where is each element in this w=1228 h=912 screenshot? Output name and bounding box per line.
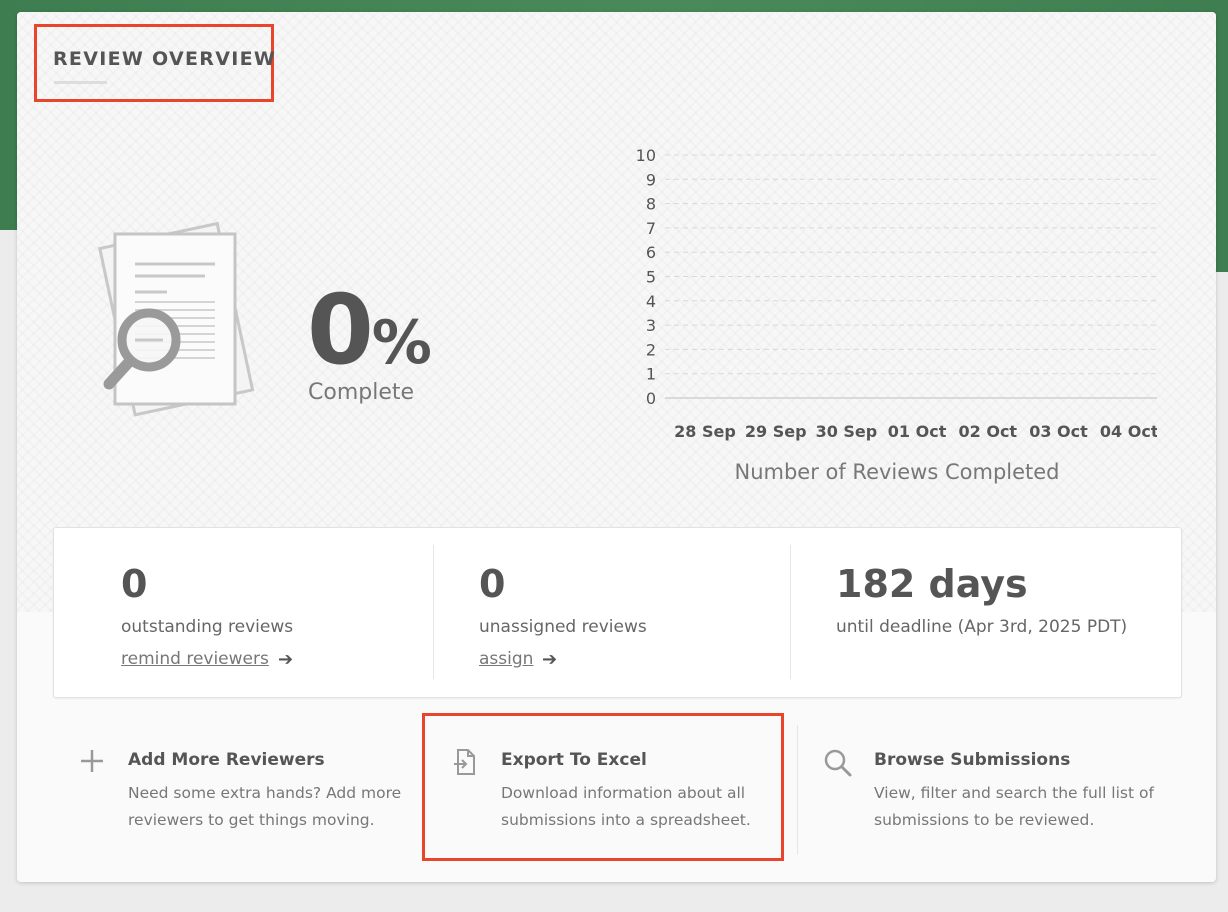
remind-arrow-icon[interactable]: ➔ — [278, 649, 293, 670]
outstanding-count: 0 — [121, 562, 148, 606]
y-tick-label: 1 — [646, 365, 656, 384]
search-icon — [823, 748, 853, 782]
x-tick-label: 01 Oct — [888, 422, 947, 441]
completion-percent-value: 0 — [307, 274, 374, 386]
export-excel-description: Download information about all submissio… — [501, 780, 751, 834]
unassigned-label: unassigned reviews — [479, 617, 647, 637]
plus-icon — [79, 748, 105, 778]
add-reviewers-line-2: reviewers to get things moving. — [128, 811, 375, 829]
browse-submissions-line-2: submissions to be reviewed. — [874, 811, 1095, 829]
completion-percentage: 0% — [307, 274, 432, 386]
y-tick-label: 5 — [646, 268, 656, 287]
unassigned-count: 0 — [479, 562, 506, 606]
add-reviewers-title[interactable]: Add More Reviewers — [128, 750, 325, 770]
export-excel-action[interactable]: Export To Excel Download information abo… — [452, 712, 772, 862]
remind-reviewers-link[interactable]: remind reviewers — [121, 649, 269, 669]
actions-divider — [797, 725, 798, 855]
completion-percent-sign: % — [371, 308, 432, 378]
y-tick-label: 2 — [646, 340, 656, 359]
stats-panel: 0 outstanding reviews remind reviewers ➔… — [53, 527, 1182, 698]
x-tick-label: 02 Oct — [959, 422, 1018, 441]
deadline-days: 182 days — [836, 562, 1028, 606]
x-tick-label: 03 Oct — [1029, 422, 1088, 441]
browse-submissions-action[interactable]: Browse Submissions View, filter and sear… — [823, 712, 1193, 862]
add-reviewers-action[interactable]: Add More Reviewers Need some extra hands… — [79, 712, 409, 862]
page-title: REVIEW OVERVIEW — [53, 48, 277, 70]
add-reviewers-description: Need some extra hands? Add more reviewer… — [128, 780, 401, 834]
reviews-completed-chart: 0 1 2 3 4 5 6 7 8 9 10 28 Sep 29 Sep 30 Sep 01 Oct 02 O… — [636, 146, 1157, 441]
y-tick-label: 3 — [646, 316, 656, 335]
assign-link[interactable]: assign — [479, 649, 533, 669]
y-tick-label: 8 — [646, 195, 656, 214]
export-file-icon — [452, 748, 478, 780]
x-tick-label: 29 Sep — [745, 422, 807, 441]
assign-arrow-icon[interactable]: ➔ — [542, 649, 557, 670]
y-tick-label: 0 — [646, 389, 656, 408]
document-review-icon — [87, 212, 277, 426]
stats-divider — [790, 545, 791, 679]
y-tick-label: 4 — [646, 292, 656, 311]
y-tick-label: 10 — [636, 146, 656, 165]
x-tick-label: 30 Sep — [816, 422, 878, 441]
add-reviewers-line-1: Need some extra hands? Add more — [128, 784, 402, 802]
export-excel-line-1: Download information about all — [501, 784, 746, 802]
chart-caption: Number of Reviews Completed — [734, 460, 1060, 484]
title-underline — [54, 81, 107, 84]
y-tick-label: 9 — [646, 170, 656, 189]
review-overview-card: REVIEW OVERVIEW 0% Complete 0 1 2 3 4 5 6 7 8 9… — [17, 12, 1216, 882]
browse-submissions-title[interactable]: Browse Submissions — [874, 750, 1070, 770]
completion-label: Complete — [308, 380, 415, 405]
x-tick-label: 04 Oct — [1100, 422, 1157, 441]
export-excel-line-2: submissions into a spreadsheet. — [501, 811, 751, 829]
browse-submissions-description: View, filter and search the full list of… — [874, 780, 1154, 834]
browse-submissions-line-1: View, filter and search the full list of — [874, 784, 1154, 802]
y-tick-label: 6 — [646, 243, 656, 262]
outstanding-label: outstanding reviews — [121, 617, 294, 637]
x-tick-label: 28 Sep — [674, 422, 736, 441]
stats-divider — [433, 545, 434, 679]
export-excel-title[interactable]: Export To Excel — [501, 750, 647, 770]
y-tick-label: 7 — [646, 219, 656, 238]
deadline-label: until deadline (Apr 3rd, 2025 PDT) — [836, 617, 1128, 637]
